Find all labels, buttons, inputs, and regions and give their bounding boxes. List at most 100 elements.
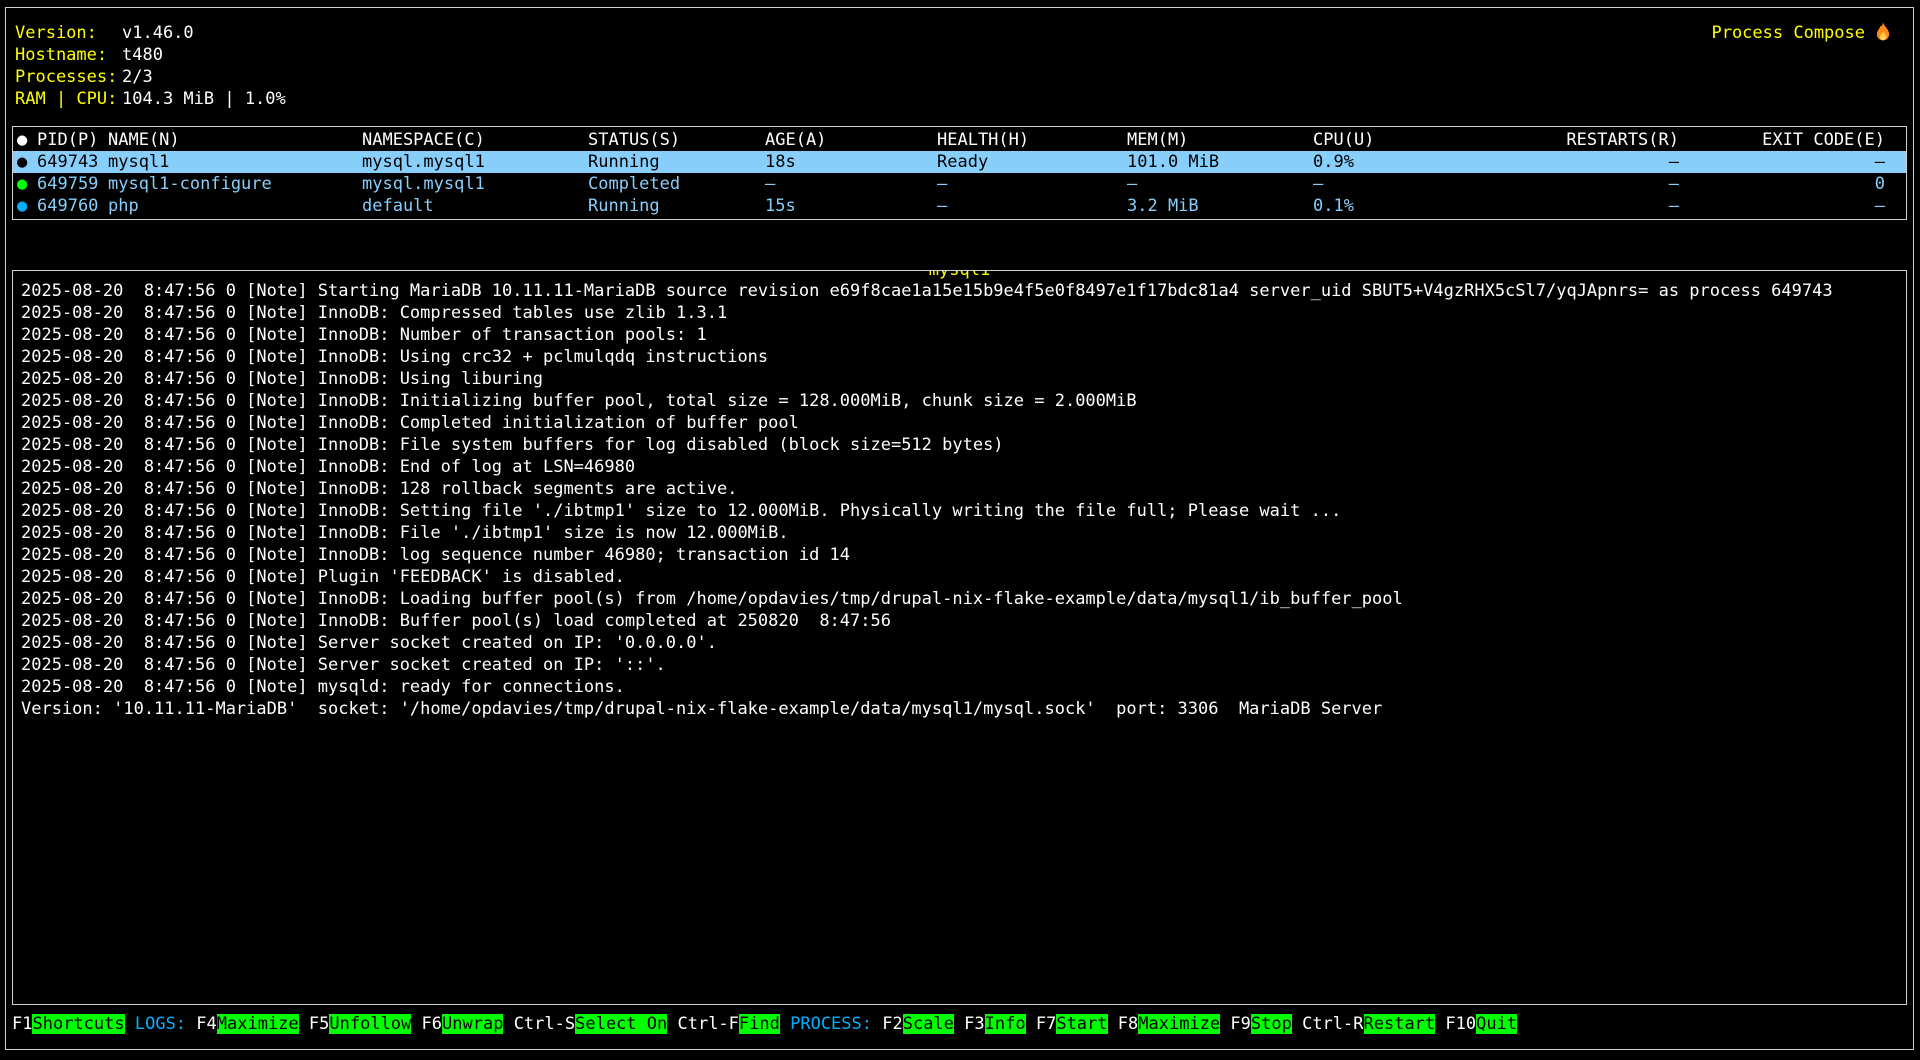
cell-status: Running [588, 151, 765, 173]
log-line: 2025-08-20 8:47:56 0 [Note] InnoDB: File… [21, 434, 1898, 456]
shortcut-unwrap[interactable]: F6Unwrap [422, 1014, 504, 1034]
shortcut-key: Ctrl-R [1302, 1014, 1363, 1034]
shortcut-action: Start [1056, 1014, 1107, 1034]
column-header-health: HEALTH(H) [937, 129, 1127, 151]
cell-name: php [108, 195, 362, 217]
shortcut-stop[interactable]: F9Stop [1230, 1014, 1291, 1034]
process-table-panel: ●PID(P)NAME(N)NAMESPACE(C)STATUS(S)AGE(A… [12, 126, 1907, 220]
column-header-dot: ● [17, 129, 37, 151]
shortcut-scale[interactable]: F2Scale [882, 1014, 954, 1034]
process-row-mysql1[interactable]: ●649743mysql1mysql.mysql1Running18sReady… [13, 151, 1906, 173]
cell-cpu: 0.1% [1313, 195, 1463, 217]
cell-exit-code: – [1679, 195, 1885, 217]
header-field-value: 104.3 MiB | 1.0% [122, 89, 286, 109]
shortcut-action: Select On [575, 1014, 667, 1034]
cell-restarts: – [1463, 173, 1679, 195]
shortcut-key: F4 [196, 1014, 216, 1034]
log-line: 2025-08-20 8:47:56 0 [Note] InnoDB: Comp… [21, 302, 1898, 324]
header-field-value: 2/3 [122, 67, 153, 87]
cell-exit-code: 0 [1679, 173, 1885, 195]
status-dot-icon: ● [17, 173, 37, 195]
cell-mem: 3.2 MiB [1127, 195, 1313, 217]
shortcut-action: Maximize [217, 1014, 299, 1034]
cell-cpu: – [1313, 173, 1463, 195]
cell-name: mysql1 [108, 151, 362, 173]
shortcut-maximize[interactable]: F4Maximize [196, 1014, 298, 1034]
shortcut-key: F10 [1445, 1014, 1476, 1034]
cell-name: mysql1-configure [108, 173, 362, 195]
header-field: Processes:2/3 [15, 66, 1907, 88]
process-table-body: ●649743mysql1mysql.mysql1Running18sReady… [13, 151, 1906, 217]
log-line: 2025-08-20 8:47:56 0 [Note] mysqld: read… [21, 676, 1898, 698]
log-line: 2025-08-20 8:47:56 0 [Note] InnoDB: Usin… [21, 368, 1898, 390]
shortcut-start[interactable]: F7Start [1036, 1014, 1108, 1034]
cell-health: Ready [937, 151, 1127, 173]
shortcut-key: F2 [882, 1014, 902, 1034]
column-header-restarts: RESTARTS(R) [1463, 129, 1679, 151]
shortcut-key: F3 [964, 1014, 984, 1034]
column-header-pid: PID(P) [37, 129, 108, 151]
header-field: Version:v1.46.0 [15, 22, 1907, 44]
shortcut-action: Find [739, 1014, 780, 1034]
shortcut-unfollow[interactable]: F5Unfollow [309, 1014, 411, 1034]
cell-age: – [765, 173, 937, 195]
cell-pid: 649743 [37, 151, 108, 173]
column-header-mem: MEM(M) [1127, 129, 1313, 151]
column-header-age: AGE(A) [765, 129, 937, 151]
column-header-status: STATUS(S) [588, 129, 765, 151]
header-field-value: v1.46.0 [122, 23, 194, 43]
shortcut-info[interactable]: F3Info [964, 1014, 1025, 1034]
fire-icon [1873, 22, 1893, 44]
shortcut-action: Quit [1476, 1014, 1517, 1034]
header-field-value: t480 [122, 45, 163, 65]
shortcut-quit[interactable]: F10Quit [1445, 1014, 1517, 1034]
shortcut-maximize[interactable]: F8Maximize [1118, 1014, 1220, 1034]
column-header-namespace: NAMESPACE(C) [362, 129, 588, 151]
log-line: 2025-08-20 8:47:56 0 [Note] InnoDB: Comp… [21, 412, 1898, 434]
shortcut-action: Shortcuts [32, 1014, 124, 1034]
process-row-mysql1-configure[interactable]: ●649759mysql1-configuremysql.mysql1Compl… [13, 173, 1906, 195]
process-row-php[interactable]: ●649760phpdefaultRunning15s–3.2 MiB0.1%–… [13, 195, 1906, 217]
log-line: 2025-08-20 8:47:56 0 [Note] InnoDB: End … [21, 456, 1898, 478]
cell-status: Running [588, 195, 765, 217]
cell-namespace: default [362, 195, 588, 217]
log-line: 2025-08-20 8:47:56 0 [Note] InnoDB: Usin… [21, 346, 1898, 368]
shortcut-key: F7 [1036, 1014, 1056, 1034]
header-info: Version:v1.46.0Hostname:t480Processes:2/… [15, 22, 1907, 110]
shortcut-section-label: LOGS: [135, 1014, 196, 1034]
shortcut-key: F1 [12, 1014, 32, 1034]
cell-namespace: mysql.mysql1 [362, 173, 588, 195]
shortcut-key: F9 [1230, 1014, 1250, 1034]
log-line: 2025-08-20 8:47:56 0 [Note] Server socke… [21, 654, 1898, 676]
cell-status: Completed [588, 173, 765, 195]
shortcut-select-on[interactable]: Ctrl-SSelect On [514, 1014, 668, 1034]
shortcut-section-label: PROCESS: [790, 1014, 882, 1034]
log-line: 2025-08-20 8:47:56 0 [Note] InnoDB: File… [21, 522, 1898, 544]
shortcut-action: Maximize [1138, 1014, 1220, 1034]
log-line: 2025-08-20 8:47:56 0 [Note] Starting Mar… [21, 280, 1898, 302]
cell-restarts: – [1463, 151, 1679, 173]
cell-age: 15s [765, 195, 937, 217]
header-field-label: Hostname: [15, 44, 122, 66]
cell-pid: 649760 [37, 195, 108, 217]
shortcut-action: Info [985, 1014, 1026, 1034]
shortcut-action: Restart [1364, 1014, 1436, 1034]
log-output[interactable]: 2025-08-20 8:47:56 0 [Note] Starting Mar… [21, 280, 1898, 720]
cell-age: 18s [765, 151, 937, 173]
shortcut-key: Ctrl-F [677, 1014, 738, 1034]
cell-namespace: mysql.mysql1 [362, 151, 588, 173]
cell-mem: – [1127, 173, 1313, 195]
shortcut-action: Scale [903, 1014, 954, 1034]
shortcut-find[interactable]: Ctrl-FFind [677, 1014, 779, 1034]
log-line: 2025-08-20 8:47:56 0 [Note] InnoDB: 128 … [21, 478, 1898, 500]
log-line: 2025-08-20 8:47:56 0 [Note] InnoDB: Sett… [21, 500, 1898, 522]
shortcut-shortcuts[interactable]: F1Shortcuts [12, 1014, 125, 1034]
log-line: 2025-08-20 8:47:56 0 [Note] Server socke… [21, 632, 1898, 654]
status-dot-icon: ● [17, 195, 37, 217]
log-line: Version: '10.11.11-MariaDB' socket: '/ho… [21, 698, 1898, 720]
log-panel: mysql1 2025-08-20 8:47:56 0 [Note] Start… [12, 270, 1907, 1005]
header-field-label: Version: [15, 22, 122, 44]
shortcut-key: Ctrl-S [514, 1014, 575, 1034]
shortcut-key: F6 [422, 1014, 442, 1034]
shortcut-restart[interactable]: Ctrl-RRestart [1302, 1014, 1435, 1034]
